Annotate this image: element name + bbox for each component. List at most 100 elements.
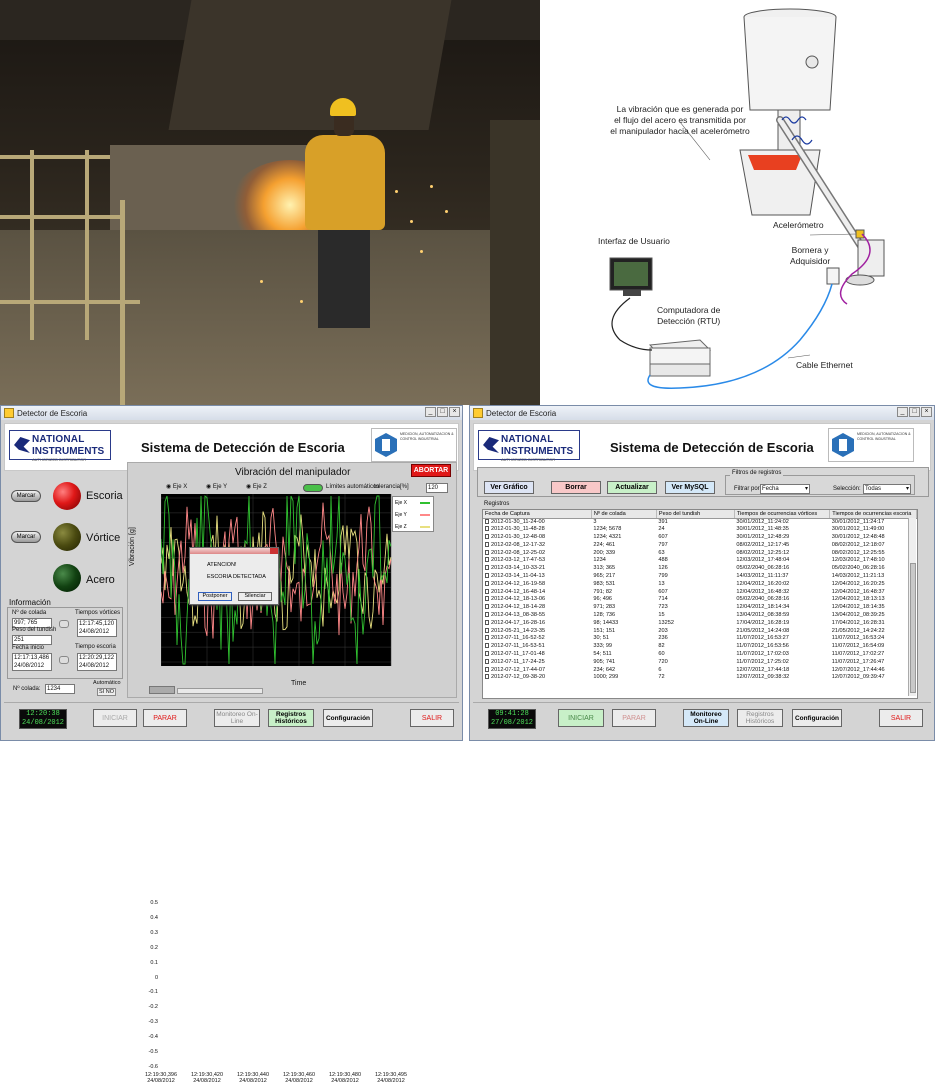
spinner-icon[interactable] [59,656,69,664]
table-cell: 63 [658,549,665,556]
table-row[interactable]: 2012-07-11_16-52-52 30; 51 236 11/07/2012_1… [483,635,917,643]
table-row[interactable]: 2012-03-12_17-47-53 1234 488 12/03/2012_17:… [483,557,917,565]
eagle-icon [14,437,30,453]
table-cell: 54; 511 [593,650,612,657]
horizontal-scrollbar[interactable] [177,688,263,694]
ni-logo: NATIONAL INSTRUMENTS AUTHORIZED DISTRIBU… [478,430,580,462]
column-header[interactable]: Tiempos de ocurrencias vórtices [734,510,831,519]
table-row[interactable]: 2012-02-08_12-17-32 224; 461 797 08/02/2012… [483,542,917,550]
ncolada-field[interactable]: 1234 [45,684,75,694]
filter-by-select[interactable]: Fecha ▾ [760,484,810,494]
table-cell: 313; 365 [593,565,616,572]
table-row[interactable]: 2012-01-30_12-48-08 1234; 4321 607 30/01/20… [483,534,917,542]
document-icon [485,565,489,571]
monitoreo-button[interactable]: Monitoreo On-Line [214,709,260,727]
start-button[interactable]: INICIAR [558,709,604,727]
table-row[interactable]: 2012-05-21_14-23-35 151; 151 203 21/05/2012… [483,627,917,635]
axis-toggle-y[interactable]: ◉ Eje Y [206,483,227,490]
config-button[interactable]: Configuración [792,709,842,727]
table-row[interactable]: 2012-04-13_08-38-55 128; 736 15 13/04/2012_… [483,612,917,620]
table-row[interactable]: 2012-04-12_18-13-06 96; 496 714 05/02/2040_… [483,596,917,604]
table-row[interactable]: 2012-04-12_16-48-14 791; 82 607 12/04/2012_… [483,588,917,596]
partner-logo: MEDICION, AUTOMATIZACION & CONTROL INDUS… [371,428,457,462]
borrar-button[interactable]: Borrar [551,481,601,494]
x-tick-label: 12:19:30,440 24/08/2012 [236,1072,270,1084]
vertical-scrollbar[interactable] [908,518,916,696]
filters-title: Filtros de registros [730,470,784,476]
te-field[interactable]: 12:20:29,122 24/08/2012 [77,653,117,671]
column-header[interactable]: Peso del tundish [656,510,735,519]
y-tick-label: -0.1 [148,989,158,996]
table-row[interactable]: 2012-07-12_17-44-07 234; 642 6 12/07/2012_1… [483,666,917,674]
axis-toggle-z[interactable]: ◉ Eje Z [246,483,267,490]
maximize-icon[interactable]: □ [909,407,920,417]
table-row[interactable]: 2012-07-11_17-24-25 905; 741 720 11/07/2012… [483,659,917,667]
close-icon[interactable] [270,548,278,554]
auto-toggle[interactable]: SI NO [97,688,116,696]
acero-label: Acero [86,574,115,586]
document-icon [485,604,489,610]
steel-plant-photo [0,0,540,405]
document-icon [485,611,489,617]
table-row[interactable]: 2012-07-11_16-53-51 333; 99 82 11/07/2012_1… [483,643,917,651]
marcar-escoria-button[interactable]: Marcar [11,490,41,502]
table-row[interactable]: 2012-04-12_16-19-58 983; 531 13 12/04/2012_… [483,581,917,589]
auto-limits-toggle[interactable] [303,484,323,492]
vortice-label: Vórtice [86,532,121,544]
stop-button[interactable]: PARAR [612,709,656,727]
postpone-button[interactable]: Postponer [198,592,232,601]
table-cell: 12/04/2012_16:20:25 [831,580,885,587]
table-row[interactable]: 2012-01-30_11-48-28 1234; 5678 24 30/01/201… [483,526,917,534]
table-row[interactable]: 2012-03-14_11-04-13 965; 217 799 14/03/2012… [483,573,917,581]
peso-field[interactable]: 251 [12,635,52,645]
exit-button[interactable]: SALIR [879,709,923,727]
document-icon [485,674,489,680]
fecha-field[interactable]: 12:17:13,486 24/08/2012 [12,653,52,671]
table-cell: 13 [658,580,665,587]
table-row[interactable]: 2012-07-12_09-38-20 1000; 299 72 12/07/2012… [483,674,917,682]
table-row[interactable]: 2012-03-14_10-33-21 313; 365 126 05/02/2040… [483,565,917,573]
table-row[interactable]: 2012-02-08_12-25-02 200; 339 63 08/02/2012_… [483,549,917,557]
table-cell: 11/07/2012_17:02:03 [736,650,789,657]
maximize-icon[interactable]: □ [437,407,448,417]
tolerance-field[interactable]: 120 [426,483,448,493]
minimize-icon[interactable]: _ [425,407,436,417]
exit-button[interactable]: SALIR [410,709,454,727]
registros-button[interactable]: Registros Históricos [268,709,314,727]
monitoreo-button[interactable]: Monitoreo On-Line [683,709,729,727]
scrollbar-thumb[interactable] [910,563,916,693]
fecha-label: Fecha inicio [12,645,45,651]
table-cell: 2012-03-12_17-47-53 [483,557,591,565]
column-header[interactable]: Tiempos de ocurrencias escoria [829,510,917,519]
marcar-vortice-button[interactable]: Marcar [11,531,41,543]
table-row[interactable]: 2012-01-30_11-24-00 3 391 30/01/2012_11:24:… [483,518,917,526]
actualizar-button[interactable]: Actualizar [607,481,657,494]
ver-grafico-button[interactable]: Ver Gráfico [484,481,534,494]
stop-button[interactable]: PARAR [143,709,187,727]
column-header[interactable]: Nº de colada [591,510,657,519]
table-cell: 05/02/2040_06:28:16 [831,565,885,572]
table-row[interactable]: 2012-04-12_18-14-28 971; 283 723 12/04/2012… [483,604,917,612]
silence-button[interactable]: Silenciar [238,592,272,601]
table-row[interactable]: 2012-07-11_17-01-48 54; 511 60 11/07/2012_1… [483,651,917,659]
close-icon[interactable]: × [921,407,932,417]
document-icon [485,526,489,532]
graph-tools-icon[interactable] [149,686,175,694]
column-header[interactable]: Fecha de Captura [483,510,592,519]
start-button[interactable]: INICIAR [93,709,137,727]
abort-button[interactable]: ABORTAR [411,464,451,477]
minimize-icon[interactable]: _ [897,407,908,417]
right-window: Detector de Escoria _ □ × NATIONAL INSTRUM… [469,405,935,741]
ver-mysql-button[interactable]: Ver MySQL [665,481,715,494]
dialog-title: ATENCION! [207,562,237,568]
header: NATIONAL INSTRUMENTS AUTHORIZED DISTRIBU… [473,423,931,471]
spinner-icon[interactable] [59,620,69,628]
selection-select[interactable]: Todas ▾ [863,484,911,494]
tv-field[interactable]: 12:17:45,120 24/08/2012 [77,619,117,637]
config-button[interactable]: Configuración [323,709,373,727]
registros-button[interactable]: Registros Históricos [737,709,783,727]
table-row[interactable]: 2012-04-17_16-28-16 98; 14433 13252 17/04/2… [483,620,917,628]
accelerometer-label: Acelerómetro [773,220,824,230]
close-icon[interactable]: × [449,407,460,417]
axis-toggle-x[interactable]: ◉ Eje X [166,483,187,490]
